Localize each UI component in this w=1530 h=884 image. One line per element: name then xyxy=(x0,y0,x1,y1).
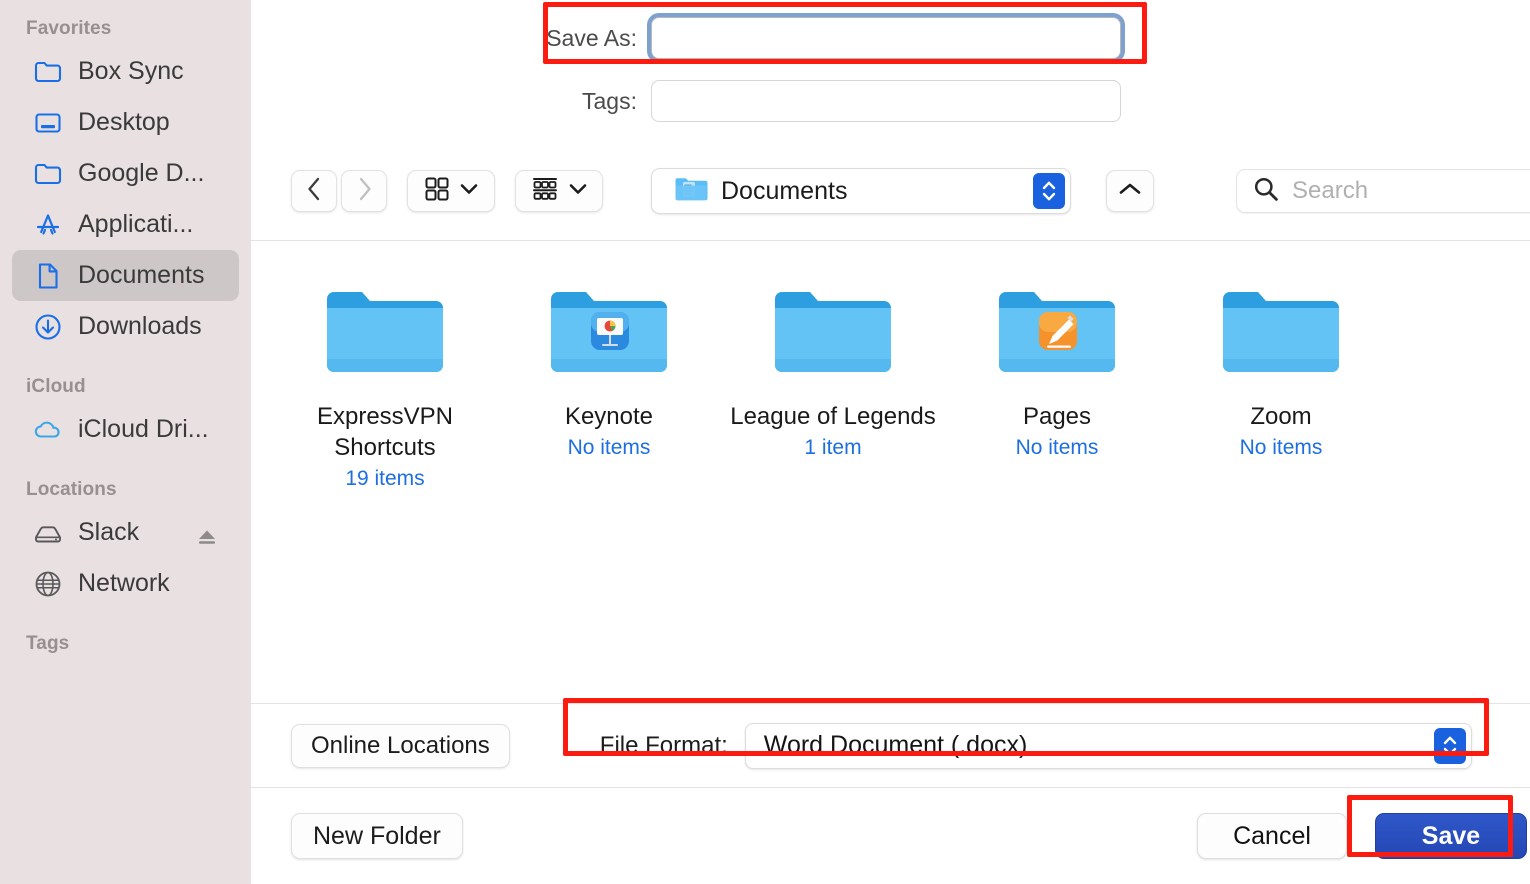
sidebar-item-label: iCloud Dri... xyxy=(78,415,209,443)
file-browser-area: ExpressVPN Shortcuts 19 items Keynote No… xyxy=(251,241,1530,703)
folder-icon xyxy=(997,285,1117,381)
sidebar: Favorites Box Sync Desktop Google D... A… xyxy=(0,0,251,884)
file-name: Pages xyxy=(1022,403,1092,430)
sidebar-item-google-drive[interactable]: Google D... xyxy=(12,148,239,199)
file-item[interactable]: ExpressVPN Shortcuts 19 items xyxy=(273,285,497,494)
network-icon xyxy=(33,569,63,599)
file-name: Zoom xyxy=(1250,403,1312,430)
folder-icon xyxy=(773,285,893,381)
chevron-right-icon xyxy=(356,176,373,207)
desktop-icon xyxy=(33,108,63,138)
file-meta: 1 item xyxy=(804,436,862,459)
file-name: ExpressVPN Shortcuts xyxy=(316,403,454,461)
forward-button[interactable] xyxy=(341,170,387,212)
save-as-input[interactable] xyxy=(651,17,1121,59)
nav-buttons xyxy=(291,170,387,212)
file-item[interactable]: Pages No items xyxy=(945,285,1169,494)
chevron-down-icon xyxy=(460,182,478,200)
back-button[interactable] xyxy=(291,170,337,212)
sidebar-item-documents[interactable]: Documents xyxy=(12,250,239,301)
sidebar-item-label: Network xyxy=(78,569,170,597)
folder-icon xyxy=(33,159,63,189)
tags-label: Tags: xyxy=(582,87,637,114)
sidebar-item-label: Documents xyxy=(78,261,205,289)
save-as-label: Save As: xyxy=(546,24,637,51)
sidebar-item-network[interactable]: Network xyxy=(12,558,239,609)
chevron-up-icon xyxy=(1118,181,1142,202)
file-meta: No items xyxy=(1015,436,1099,459)
sidebar-section-header-icloud: iCloud xyxy=(26,376,86,397)
sidebar-item-box-sync[interactable]: Box Sync xyxy=(12,46,239,97)
file-item[interactable]: Keynote No items xyxy=(497,285,721,494)
sidebar-item-applications[interactable]: Applicati... xyxy=(12,199,239,250)
sidebar-item-label: Box Sync xyxy=(78,57,184,85)
name-fields: Save As: Tags: xyxy=(251,0,1530,142)
search-placeholder: Search xyxy=(1292,177,1369,204)
download-icon xyxy=(33,312,63,342)
group-by-icon xyxy=(531,176,559,207)
file-meta: No items xyxy=(567,436,651,459)
file-name: League of Legends xyxy=(730,403,936,430)
tags-input[interactable] xyxy=(651,80,1121,122)
chevron-down-icon xyxy=(569,182,587,200)
save-as-row: Save As: xyxy=(251,14,1530,62)
search-field[interactable]: Search xyxy=(1236,169,1530,213)
file-item[interactable]: League of Legends 1 item xyxy=(721,285,945,494)
file-format-stepper-icon[interactable] xyxy=(1433,727,1466,764)
keynote-badge-icon xyxy=(591,312,629,350)
file-format-label: File Format: xyxy=(599,731,728,759)
folder-icon xyxy=(1221,285,1341,381)
view-mode-button[interactable] xyxy=(407,170,495,212)
chevron-left-icon xyxy=(306,176,323,207)
sidebar-item-desktop[interactable]: Desktop xyxy=(12,97,239,148)
browser-toolbar: Documents Search xyxy=(251,142,1530,240)
document-icon xyxy=(33,261,63,291)
dialog-actions: New Folder Cancel Save xyxy=(251,788,1530,884)
file-name: Keynote xyxy=(564,403,654,430)
search-icon xyxy=(1253,176,1279,207)
sidebar-item-label: Desktop xyxy=(78,108,170,136)
tags-row: Tags: xyxy=(251,77,1530,125)
sidebar-item-label: Google D... xyxy=(78,159,205,187)
app-store-icon xyxy=(33,210,63,240)
new-folder-button[interactable]: New Folder xyxy=(291,813,463,859)
path-popup-button[interactable]: Documents xyxy=(651,168,1071,214)
eject-icon[interactable] xyxy=(197,524,217,544)
disk-icon xyxy=(33,518,63,548)
file-item[interactable]: Zoom No items xyxy=(1169,285,1393,494)
online-locations-button[interactable]: Online Locations xyxy=(291,723,510,768)
dialog-main-panel: Save As: Tags: Documents Search ExpressV… xyxy=(251,0,1530,884)
folder-icon xyxy=(33,57,63,87)
sidebar-item-label: Downloads xyxy=(78,312,202,340)
cloud-icon xyxy=(33,415,63,445)
sidebar-section-header-tags: Tags xyxy=(26,633,70,654)
folder-icon xyxy=(325,285,445,381)
save-button[interactable]: Save xyxy=(1375,813,1527,859)
go-up-button[interactable] xyxy=(1106,170,1154,212)
documents-folder-icon xyxy=(674,175,708,208)
file-grid: ExpressVPN Shortcuts 19 items Keynote No… xyxy=(251,285,1530,494)
group-by-button[interactable] xyxy=(515,170,603,212)
sidebar-section-header-favorites: Favorites xyxy=(26,18,112,39)
file-format-value: Word Document (.docx) xyxy=(763,731,1028,759)
save-dialog: Favorites Box Sync Desktop Google D... A… xyxy=(0,0,1530,884)
file-meta: No items xyxy=(1239,436,1323,459)
icon-view-icon xyxy=(424,176,450,207)
sidebar-item-label: Slack xyxy=(78,518,140,546)
sidebar-item-label: Applicati... xyxy=(78,210,194,238)
sidebar-item-downloads[interactable]: Downloads xyxy=(12,301,239,352)
path-label: Documents xyxy=(721,176,848,205)
path-stepper-icon[interactable] xyxy=(1033,173,1065,209)
sidebar-section-header-locations: Locations xyxy=(26,479,117,500)
file-meta: 19 items xyxy=(345,467,425,490)
folder-icon xyxy=(549,285,669,381)
sidebar-item-icloud-drive[interactable]: iCloud Dri... xyxy=(12,404,239,455)
sidebar-item-slack[interactable]: Slack xyxy=(12,507,239,558)
format-bar: Online Locations File Format: Word Docum… xyxy=(251,704,1530,787)
file-format-select[interactable]: Word Document (.docx) xyxy=(744,722,1472,769)
cancel-button[interactable]: Cancel xyxy=(1197,813,1347,859)
pages-badge-icon xyxy=(1039,312,1077,350)
save-as-field-wrap xyxy=(651,17,1121,59)
